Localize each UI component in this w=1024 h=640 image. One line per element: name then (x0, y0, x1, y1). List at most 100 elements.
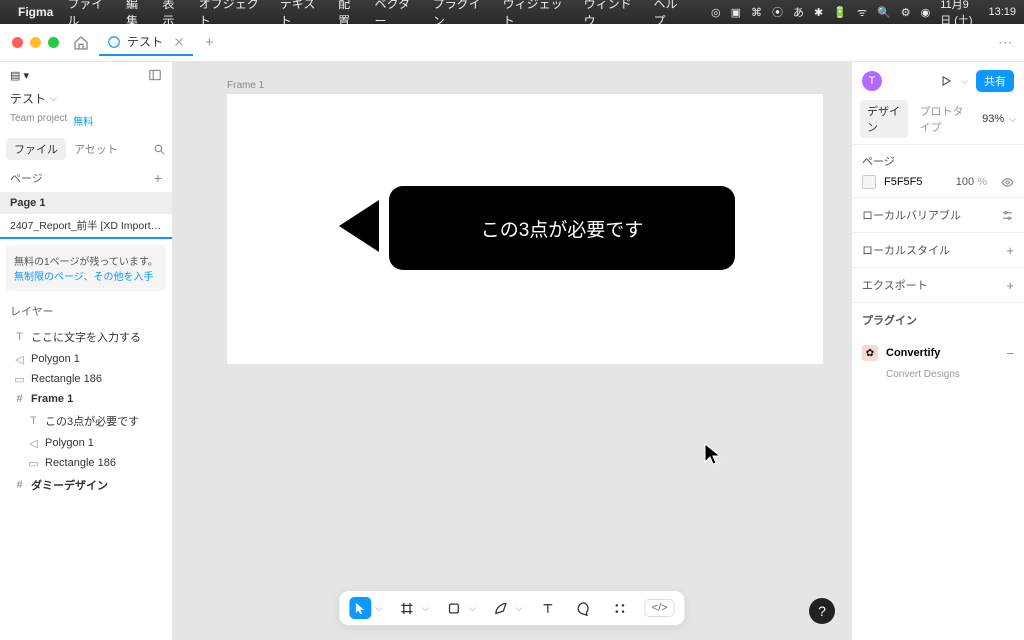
project-title[interactable]: テスト⌵ (10, 90, 57, 107)
canvas[interactable]: Frame 1 この3点が必要です ⌵ ⌵ ⌵ ⌵ </> ? (173, 62, 851, 640)
figma-logo-icon[interactable]: ▤ ▾ (10, 69, 29, 82)
close-tab-icon[interactable] (173, 36, 185, 48)
local-styles-row[interactable]: ローカルスタイル + (852, 232, 1024, 267)
files-tab[interactable]: ファイル (6, 138, 66, 160)
minimize-window-button[interactable] (30, 37, 41, 48)
prototype-tab[interactable]: プロトタイプ (912, 100, 978, 138)
zoom-level[interactable]: 93%⌵ (982, 113, 1016, 125)
plus-icon[interactable]: + (1006, 278, 1014, 293)
layer-polygon-1[interactable]: ◁Polygon 1 (0, 349, 172, 369)
chevron-down-icon[interactable]: ⌵ (469, 603, 476, 614)
status-time[interactable]: 13:19 (988, 6, 1016, 18)
status-rec-icon[interactable]: ⦿ (772, 4, 783, 20)
frame-label[interactable]: Frame 1 (227, 80, 264, 91)
window-toolbar: テスト + ⋯ (0, 24, 1024, 62)
frame-layer-icon: # (14, 480, 25, 491)
close-window-button[interactable] (12, 37, 23, 48)
file-tab[interactable]: テスト (99, 29, 193, 56)
polygon-shape[interactable] (339, 200, 379, 252)
export-row[interactable]: エクスポート + (852, 267, 1024, 302)
text-layer-icon: T (14, 332, 25, 343)
status-battery-icon[interactable]: 🔋 (833, 6, 847, 19)
team-name[interactable]: Team project (10, 113, 67, 128)
zoom-window-button[interactable] (48, 37, 59, 48)
layer-dummy-design[interactable]: #ダミーデザイン (0, 473, 172, 497)
plus-icon[interactable]: + (1006, 243, 1014, 258)
status-control-center-icon[interactable]: ⚙︎ (901, 6, 911, 19)
layer-frame-1[interactable]: #Frame 1 (0, 389, 172, 409)
new-tab-button[interactable]: + (205, 34, 214, 51)
local-variables-row[interactable]: ローカルバリアブル (852, 197, 1024, 232)
pen-tool[interactable] (490, 597, 512, 619)
present-icon[interactable] (939, 74, 953, 88)
actions-tool[interactable] (609, 597, 631, 619)
plugin-icon: ✿ (862, 345, 878, 361)
background-color-row[interactable]: F5F5F5 100 % (862, 175, 1014, 189)
upsell-box: 無料の1ページが残っています。 無制限のページ、その他を入手 (6, 245, 166, 291)
text-layer-icon: T (28, 416, 39, 427)
tools-bar: ⌵ ⌵ ⌵ ⌵ </> (338, 590, 685, 626)
help-button[interactable]: ? (809, 598, 835, 624)
layer-rect-2[interactable]: ▭Rectangle 186 (0, 453, 172, 473)
color-swatch[interactable] (862, 175, 876, 189)
upsell-link[interactable]: 無制限のページ、その他を入手 (14, 272, 154, 283)
share-button[interactable]: 共有 (976, 70, 1014, 92)
page-item-2[interactable]: 2407_Report_前半 [XD Import] (30-Ju... (0, 214, 172, 239)
page-item-1[interactable]: Page 1 (0, 192, 172, 214)
polygon-layer-icon: ◁ (28, 438, 39, 449)
visibility-icon[interactable] (1001, 176, 1014, 189)
status-siri-icon[interactable]: ◉ (921, 6, 931, 19)
status-figma-icon[interactable]: ⌘ (751, 6, 762, 19)
figma-file-icon (107, 35, 121, 49)
frame-tool[interactable] (396, 597, 418, 619)
status-bluetooth-icon[interactable]: ✱ (814, 6, 823, 19)
minus-icon[interactable]: − (1006, 346, 1014, 361)
macos-menubar: Figma ファイル 編集 表示 オブジェクト テキスト 配置 ベクター プラグ… (0, 0, 1024, 24)
layer-rect-1[interactable]: ▭Rectangle 186 (0, 369, 172, 389)
sliders-icon[interactable] (1001, 209, 1014, 222)
window-menu-icon[interactable]: ⋯ (998, 34, 1014, 51)
home-icon[interactable] (73, 35, 89, 51)
chevron-down-icon[interactable]: ⌵ (516, 603, 523, 614)
rectangle-shape[interactable]: この3点が必要です (389, 186, 735, 270)
page-section-title: ページ (862, 153, 1014, 169)
assets-tab[interactable]: アセット (66, 138, 126, 160)
pages-header: ページ (10, 170, 43, 186)
design-tab[interactable]: デザイン (860, 100, 908, 138)
shape-tool[interactable] (443, 597, 465, 619)
color-hex[interactable]: F5F5F5 (884, 176, 923, 188)
box-text: この3点が必要です (481, 215, 644, 242)
chevron-down-icon[interactable]: ⌵ (961, 76, 968, 87)
left-panel: ▤ ▾ テスト⌵ Team project 無料 ファイル アセット ページ +… (0, 62, 173, 640)
rect-layer-icon: ▭ (14, 374, 25, 385)
text-tool[interactable] (537, 597, 559, 619)
layer-text-2[interactable]: Tこの3点が必要です (0, 409, 172, 433)
add-page-button[interactable]: + (154, 170, 162, 186)
comment-tool[interactable] (573, 597, 595, 619)
frame-1[interactable]: この3点が必要です (227, 94, 823, 364)
layer-polygon-2[interactable]: ◁Polygon 1 (0, 433, 172, 453)
status-wifi-icon[interactable]: ᯤ (857, 5, 867, 20)
dev-mode-toggle[interactable]: </> (645, 599, 675, 617)
move-tool[interactable] (349, 597, 371, 619)
status-app-icon[interactable]: ▣ (731, 6, 741, 19)
menu-app[interactable]: Figma (18, 5, 53, 19)
plugin-name: Convertify (886, 347, 940, 359)
search-icon[interactable] (153, 143, 166, 156)
plan-badge[interactable]: 無料 (73, 113, 93, 128)
traffic-lights (12, 37, 59, 48)
layer-text-1[interactable]: Tここに文字を入力する (0, 325, 172, 349)
status-line-icon[interactable]: ◎ (711, 6, 721, 19)
right-panel: T ⌵ 共有 デザイン プロトタイプ 93%⌵ ページ F5F5F5 100 % (851, 62, 1024, 640)
polygon-layer-icon: ◁ (14, 354, 25, 365)
panel-layout-icon[interactable] (148, 68, 162, 82)
status-ime-icon[interactable]: あ (793, 4, 804, 20)
status-search-icon[interactable]: 🔍 (877, 6, 891, 19)
chevron-down-icon[interactable]: ⌵ (375, 603, 382, 614)
user-avatar[interactable]: T (862, 71, 882, 91)
plugin-convertify[interactable]: ✿ Convertify − (852, 337, 1024, 369)
cursor-icon (703, 442, 723, 466)
plugins-header: プラグイン (852, 302, 1024, 337)
chevron-down-icon[interactable]: ⌵ (422, 603, 429, 614)
frame-layer-icon: # (14, 394, 25, 405)
